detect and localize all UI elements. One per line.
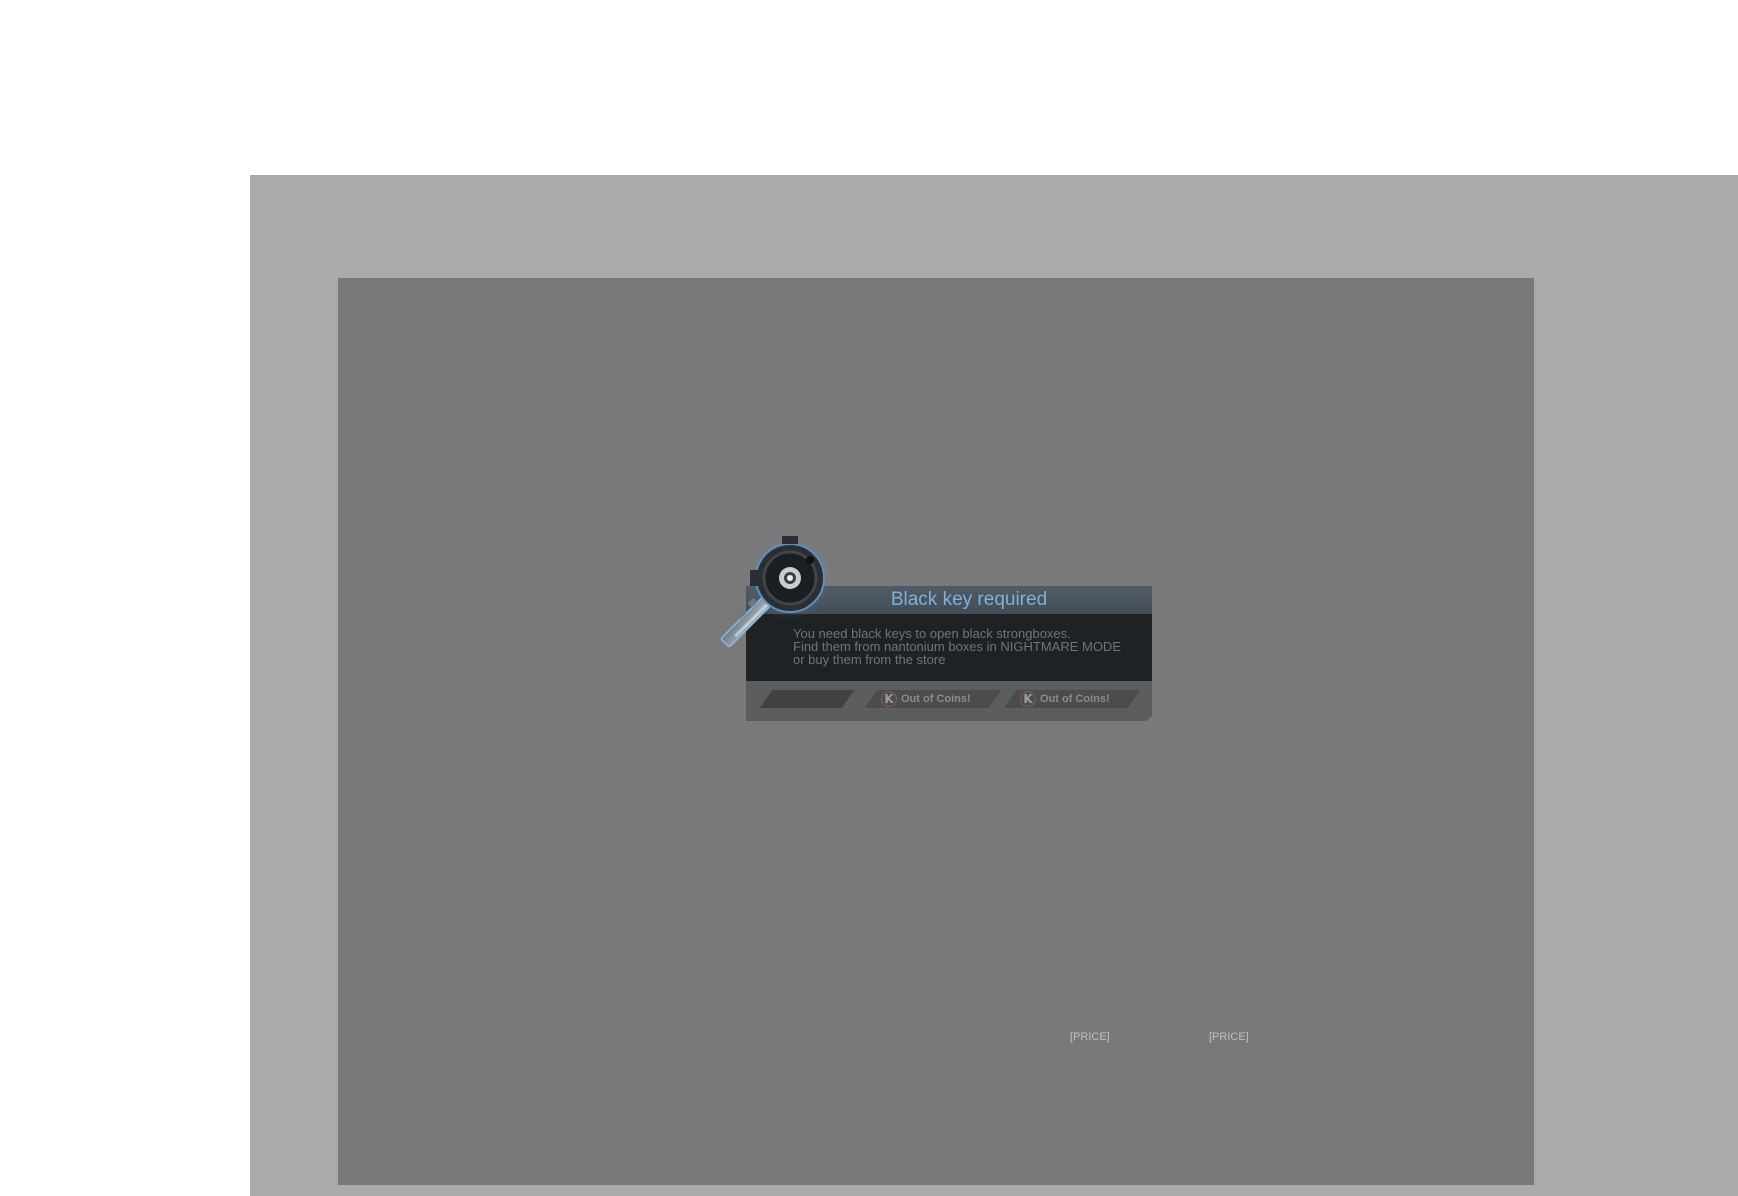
price-label: [PRICE] [1209,1031,1249,1043]
game-viewport-overlay [338,278,1534,1185]
k-coin-icon: K [881,691,897,707]
dialog-footer: K Out of Coins! K Out of Coins! [746,681,1152,721]
dialog-title: Black key required [890,589,1048,610]
buy-key-button-1-content[interactable]: K Out of Coins! [881,690,971,708]
price-label: [PRICE] [1070,1031,1110,1043]
button-label: Out of Coins! [1040,693,1110,705]
k-coin-icon: K [1020,691,1036,707]
blank-button[interactable] [759,690,855,708]
black-key-icon [720,536,832,648]
dialog-message-line: or buy them from the store [793,652,946,667]
button-label: Out of Coins! [901,693,971,705]
buy-key-button-2-content[interactable]: K Out of Coins! [1020,690,1110,708]
dialog-message: You need black keys to open black strong… [793,627,1121,666]
